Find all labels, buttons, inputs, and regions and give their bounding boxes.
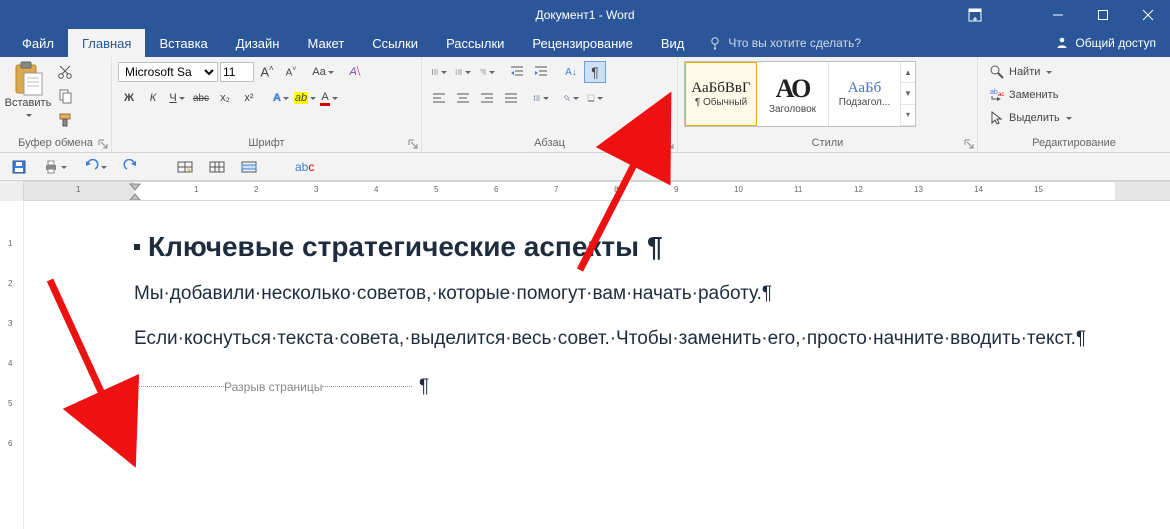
clipboard-dialog-launcher[interactable]: [97, 138, 109, 150]
styles-scroll-up[interactable]: ▲: [901, 62, 915, 83]
grow-font-button[interactable]: A˄: [256, 61, 278, 83]
document-paragraph-1[interactable]: Мы·добавили·несколько·советов,·которые·п…: [134, 279, 1145, 308]
decrease-indent-button[interactable]: [506, 61, 528, 83]
ribbon-display-options[interactable]: [960, 0, 990, 29]
line-spacing-button[interactable]: [530, 87, 552, 109]
ribbon-tabs: Файл Главная Вставка Дизайн Макет Ссылки…: [0, 29, 1170, 57]
tab-references[interactable]: Ссылки: [358, 29, 432, 57]
highlight-button[interactable]: ab: [294, 87, 316, 109]
bullets-button[interactable]: [428, 61, 450, 83]
align-center-button[interactable]: [452, 87, 474, 109]
replace-button[interactable]: abac Заменить: [986, 84, 1162, 106]
document-paragraph-2[interactable]: Если·коснуться·текста·совета,·выделится·…: [134, 324, 1145, 353]
cut-button[interactable]: [54, 61, 76, 83]
ribbon: Вставить Буфер обмена Microsoft Sa A˄ A˅…: [0, 57, 1170, 153]
paragraph-group-label: Абзац: [426, 135, 673, 152]
tell-me-search[interactable]: Что вы хотите сделать?: [698, 29, 871, 57]
borders-button[interactable]: [584, 87, 606, 109]
tab-home[interactable]: Главная: [68, 29, 145, 57]
styles-scroll-down[interactable]: ▼: [901, 83, 915, 104]
styles-dialog-launcher[interactable]: [963, 138, 975, 150]
qat-undo-button[interactable]: [80, 156, 110, 178]
styles-group-label: Стили: [682, 135, 973, 152]
indent-marker-icon[interactable]: [128, 182, 142, 201]
increase-indent-button[interactable]: [530, 61, 552, 83]
svg-text:3: 3: [456, 73, 458, 76]
find-button[interactable]: Найти: [986, 61, 1162, 83]
maximize-button[interactable]: [1080, 0, 1125, 29]
paste-label: Вставить: [4, 97, 52, 121]
vertical-ruler[interactable]: 1 2 3 4 5 6: [0, 201, 24, 529]
italic-button[interactable]: К: [142, 87, 164, 109]
strikethrough-button[interactable]: abc: [190, 87, 212, 109]
qat-print-button[interactable]: [40, 156, 70, 178]
paragraph-dialog-launcher[interactable]: [663, 138, 675, 150]
document-heading[interactable]: Ключевые стратегические аспекты¶: [134, 231, 1145, 263]
svg-text:ac: ac: [998, 92, 1004, 98]
underline-button[interactable]: Ч: [166, 87, 188, 109]
tab-review[interactable]: Рецензирование: [518, 29, 646, 57]
multilevel-list-button[interactable]: [476, 61, 498, 83]
superscript-button[interactable]: x²: [238, 87, 260, 109]
change-case-button[interactable]: Aa: [312, 61, 334, 83]
shrink-font-button[interactable]: A˅: [280, 61, 302, 83]
document-page[interactable]: Ключевые стратегические аспекты¶ Мы·доба…: [24, 201, 1170, 529]
format-painter-button[interactable]: [54, 109, 76, 131]
show-hide-marks-button[interactable]: ¶: [584, 61, 606, 83]
tab-mailings[interactable]: Рассылки: [432, 29, 518, 57]
window-title: Документ1 - Word: [535, 8, 634, 22]
text-effects-button[interactable]: A: [270, 87, 292, 109]
align-right-button[interactable]: [476, 87, 498, 109]
styles-gallery[interactable]: АаБбВвГ ¶ Обычный АО Заголовок АаБб Подз…: [684, 61, 916, 127]
align-left-button[interactable]: [428, 87, 450, 109]
qat-spellcheck-button[interactable]: abc: [292, 157, 317, 177]
qat-insert-row-button[interactable]: [238, 156, 260, 178]
tab-file[interactable]: Файл: [0, 29, 68, 57]
bold-button[interactable]: Ж: [118, 87, 140, 109]
tab-layout[interactable]: Макет: [293, 29, 358, 57]
close-button[interactable]: [1125, 0, 1170, 29]
horizontal-ruler[interactable]: 1 1 2 3 4 5 6 7 8 9 10 11 12 13 14 15: [0, 181, 1170, 201]
share-button[interactable]: Общий доступ: [1041, 29, 1170, 57]
clear-formatting-button[interactable]: A⧹: [344, 61, 366, 83]
font-group-label: Шрифт: [116, 135, 417, 152]
sort-button[interactable]: A↓: [560, 61, 582, 83]
paste-button[interactable]: Вставить: [4, 59, 52, 121]
tell-me-placeholder: Что вы хотите сделать?: [728, 36, 861, 50]
share-label: Общий доступ: [1075, 36, 1156, 50]
tab-insert[interactable]: Вставка: [145, 29, 221, 57]
copy-button[interactable]: [54, 85, 76, 107]
minimize-button[interactable]: [1035, 0, 1080, 29]
font-size-input[interactable]: [220, 62, 254, 82]
page-break-indicator: Разрыв страницы ¶: [134, 376, 1145, 398]
subscript-button[interactable]: x₂: [214, 87, 236, 109]
quick-access-toolbar: abc: [0, 153, 1170, 181]
style-normal[interactable]: АаБбВвГ ¶ Обычный: [685, 62, 757, 126]
tab-view[interactable]: Вид: [647, 29, 699, 57]
qat-redo-button[interactable]: [120, 156, 142, 178]
shading-button[interactable]: [560, 87, 582, 109]
svg-text:ab: ab: [990, 89, 998, 96]
heading-bullet-icon: [134, 244, 140, 250]
editing-group-label: Редактирование: [982, 135, 1166, 152]
qat-save-button[interactable]: [8, 156, 30, 178]
style-subheading[interactable]: АаБб Подзагол...: [829, 62, 901, 126]
qat-draw-table-button[interactable]: [174, 156, 196, 178]
styles-expand[interactable]: ▾: [901, 105, 915, 126]
titlebar: Документ1 - Word: [0, 0, 1170, 29]
font-name-select[interactable]: Microsoft Sa: [118, 62, 218, 82]
qat-table-button[interactable]: [206, 156, 228, 178]
select-button[interactable]: Выделить: [986, 107, 1162, 129]
numbering-button[interactable]: 123: [452, 61, 474, 83]
tab-design[interactable]: Дизайн: [222, 29, 294, 57]
clipboard-group-label: Буфер обмена: [4, 135, 107, 152]
font-color-button[interactable]: A: [318, 87, 340, 109]
font-dialog-launcher[interactable]: [407, 138, 419, 150]
justify-button[interactable]: [500, 87, 522, 109]
style-heading[interactable]: АО Заголовок: [757, 62, 829, 126]
